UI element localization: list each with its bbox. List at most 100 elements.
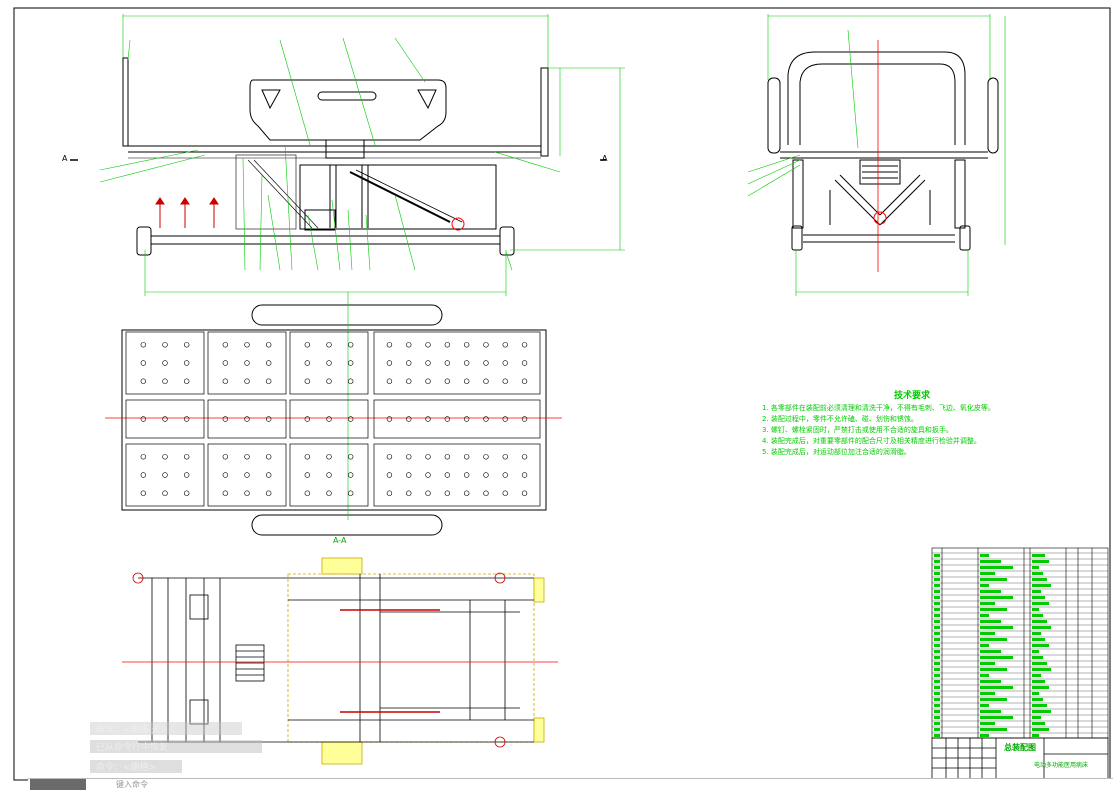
panel-hole [244,490,250,496]
bom-cell-text [1032,638,1045,641]
panel-hole [406,454,412,460]
bom-cell-text [934,632,940,635]
bom-cell-text [934,620,940,623]
bom-cell-text [1032,596,1045,599]
command-input[interactable]: 键入命令 [116,779,148,790]
panel-hole [347,490,354,496]
bom-cell-text [980,656,1013,659]
panel-hole [162,454,168,460]
bom-cell-text [934,644,940,647]
bom-cell-text [1032,650,1039,653]
bom-cell-text [1032,608,1039,611]
panel-hole [222,454,229,460]
panel-hole [244,378,250,384]
bed-panel [125,399,205,439]
bom-cell-text [1032,656,1043,659]
bom-cell-text [1032,704,1047,707]
bom-cell-text [980,602,995,605]
title-block-subtitle: 电动多功能医用病床 [1034,762,1089,769]
panel-hole [140,416,147,422]
bom-cell-text [934,638,940,641]
panel-hole [386,416,393,422]
panel-hole [222,416,229,422]
panel-hole [162,472,168,478]
panel-hole [304,416,311,422]
panel-hole [183,490,190,496]
bom-cell-text [980,686,1013,689]
bed-panel [125,331,205,395]
bom-cell-text [980,608,1007,611]
panel-hole [265,472,272,478]
bom-cell-text [934,554,940,557]
panel-hole [463,472,470,478]
bom-cell-text [1032,716,1041,719]
section-mark-left: A [62,154,68,163]
bom-cell-text [934,680,940,683]
bom-cell-text [934,608,940,611]
panel-hole [222,360,229,366]
bom-cell-text [1032,554,1045,557]
panel-hole [521,454,528,460]
command-history-line: 已从命令行中恢复 [90,740,262,753]
command-history-line: 命令：<栅格> [90,760,182,773]
panel-hole [444,360,451,366]
bed-panel [289,443,369,507]
tech-line: 5. 装配完成后，对运动部位加注合适的润滑脂。 [762,448,911,456]
panel-hole [347,360,354,366]
panel-hole [483,454,489,460]
panel-hole [483,490,489,496]
panel-hole [304,342,311,348]
bom-cell-text [934,722,940,725]
tech-line: 1. 各零部件在装配前必须清理和清洗干净，不得有毛刺、飞边、氧化皮等。 [762,404,995,412]
bom-cell-text [1032,578,1047,581]
bom-cell-text [934,716,940,719]
bom-cell-text [1032,692,1039,695]
bom-cell-text [1032,602,1049,605]
bom-cell-text [980,662,995,665]
command-line-bar: 键入命令 [28,778,1113,791]
panel-hole [326,416,332,422]
top-view [105,292,562,536]
bom-cell-text [1032,698,1043,701]
panel-hole [304,454,311,460]
bom-cell-text [1032,566,1039,569]
bom-cell-text [934,656,940,659]
bed-panel [207,331,287,395]
bom-cell-text [980,560,1001,563]
panel-hole [347,454,354,460]
technical-requirements: 技术要求 1. 各零部件在装配前必须清理和清洗干净，不得有毛刺、飞边、氧化皮等。… [762,388,1062,458]
panel-hole [502,416,508,422]
panel-hole [502,360,508,366]
bom-table [931,547,1109,739]
bom-cell-text [1032,734,1039,737]
panel-hole [386,472,393,478]
panel-hole [162,490,168,496]
panel-hole [425,454,431,460]
panel-hole [425,416,431,422]
bom-cell-text [934,572,940,575]
panel-hole [347,416,354,422]
bom-cell-text [980,572,995,575]
bom-cell-text [934,560,940,563]
panel-hole [222,472,229,478]
bom-cell-text [980,578,1007,581]
panel-hole [183,472,190,478]
panel-hole [140,490,147,496]
bed-panel [207,443,287,507]
panel-hole [386,360,393,366]
panel-hole [425,378,431,384]
bom-cell-text [934,662,940,665]
command-line-grip[interactable] [30,779,86,790]
panel-hole [386,490,393,496]
panel-hole [140,342,147,348]
bom-cell-text [1032,680,1045,683]
section-label: A-A [333,536,347,545]
bom-cell-text [934,704,940,707]
bom-cell-text [980,614,989,617]
panel-hole [222,378,229,384]
panel-hole [326,342,332,348]
bom-cell-text [934,674,940,677]
bom-cell-text [934,686,940,689]
bom-cell-text [1032,614,1043,617]
panel-hole [463,360,470,366]
